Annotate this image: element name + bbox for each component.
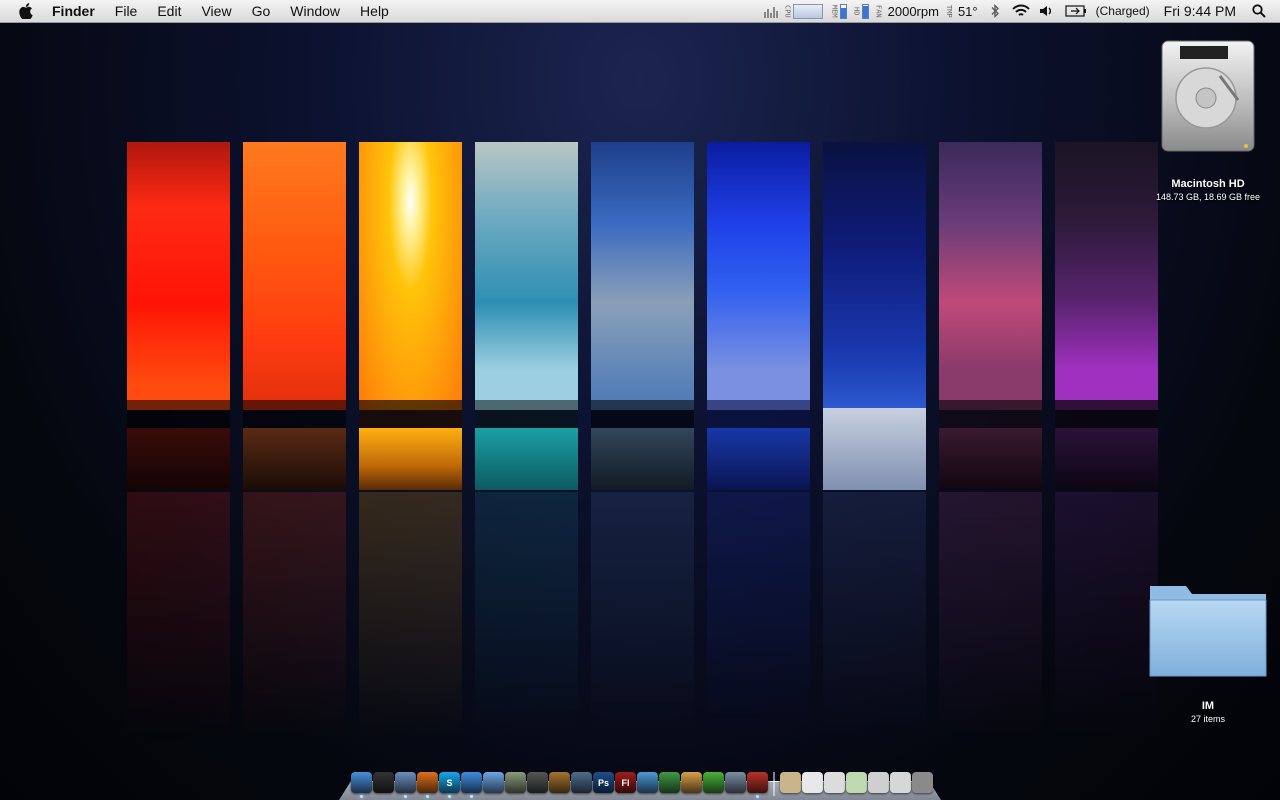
reflection-yellow: [359, 492, 462, 742]
cpu-meter[interactable]: [792, 3, 823, 19]
cpu-history-icon[interactable]: [763, 4, 778, 18]
mail-stack-icon[interactable]: [890, 772, 911, 793]
wallpaper-strip-sky-blue: [591, 142, 694, 490]
folder-icon: [1149, 586, 1267, 677]
temp-tag: TMP: [944, 4, 953, 18]
wallpaper-strip-magenta: [939, 142, 1042, 490]
iphoto-icon[interactable]: [505, 772, 526, 793]
wallpaper-strip-yellow: [359, 142, 462, 490]
temperature[interactable]: 51°: [954, 4, 982, 19]
menu-help[interactable]: Help: [350, 0, 399, 22]
memory-gauge[interactable]: [839, 3, 847, 19]
wifi-icon[interactable]: [1011, 2, 1030, 20]
photoshop-icon[interactable]: Ps: [593, 772, 614, 793]
reflection-magenta: [939, 492, 1042, 742]
menu-go[interactable]: Go: [242, 0, 281, 22]
trash-icon[interactable]: [912, 772, 933, 793]
im-folder-label: IM: [1201, 700, 1215, 712]
desktop[interactable]: Finder File Edit View Go Window Help CPU…: [0, 0, 1280, 800]
iwork-icon[interactable]: [637, 772, 658, 793]
reflection-sky-blue: [591, 492, 694, 742]
pdf-doc-icon[interactable]: [802, 772, 823, 793]
flash-icon[interactable]: Fl: [615, 772, 636, 793]
filezilla-icon[interactable]: [747, 772, 768, 798]
macintosh-hd-icon[interactable]: Macintosh HD 148.73 GB, 18.69 GB free: [1140, 38, 1276, 203]
downloads-stack-icon[interactable]: [846, 772, 867, 793]
document-stack-icon[interactable]: [868, 772, 889, 793]
battery-status[interactable]: (Charged): [1092, 4, 1154, 18]
cactus-icon[interactable]: [659, 772, 680, 793]
reflection-teal: [475, 492, 578, 742]
wallpaper-strip-navy: [823, 142, 926, 490]
reflection-blue: [707, 492, 810, 742]
disk-gauge[interactable]: [861, 3, 869, 19]
menu-clock[interactable]: Fri 9:44 PM: [1154, 3, 1246, 19]
finder-icon[interactable]: [351, 772, 372, 798]
macintosh-hd-info: 148.73 GB, 18.69 GB free: [1155, 192, 1261, 202]
menu-extras: CPU MEM HD FAN 2000rpm TMP 51° (Charged)…: [763, 0, 1280, 22]
menu-window[interactable]: Window: [280, 0, 350, 22]
skype-icon[interactable]: S: [439, 772, 460, 798]
fan-tag: FAN: [874, 4, 883, 18]
reflection-red: [127, 492, 230, 742]
im-folder-info: 27 items: [1190, 714, 1225, 724]
wallpaper-strip-blue: [707, 142, 810, 490]
spotlight-search-icon[interactable]: [1250, 2, 1268, 20]
dock: S Ps Fl: [339, 772, 941, 800]
hd-tag: HD: [852, 6, 861, 16]
xcode-icon[interactable]: [725, 772, 746, 793]
cyberduck-icon[interactable]: [681, 772, 702, 793]
wallpaper-strip-teal: [475, 142, 578, 490]
garageband-icon[interactable]: [549, 772, 570, 793]
battery-icon[interactable]: [1064, 2, 1088, 20]
leaf-icon[interactable]: [703, 772, 724, 793]
hard-drive-icon: [1161, 40, 1255, 152]
mail-icon[interactable]: [395, 772, 416, 798]
reflection-orange: [243, 492, 346, 742]
menu-bar: Finder File Edit View Go Window Help CPU…: [0, 0, 1280, 23]
fan-speed[interactable]: 2000rpm: [884, 4, 943, 19]
firefox-icon[interactable]: [417, 772, 438, 798]
itunes-icon[interactable]: [483, 772, 504, 793]
applications-stack-icon[interactable]: [780, 772, 801, 793]
menu-file[interactable]: File: [105, 0, 148, 22]
text-doc-icon[interactable]: [824, 772, 845, 793]
reflection-navy: [823, 492, 926, 742]
menu-app-finder[interactable]: Finder: [44, 0, 105, 22]
ichat-icon[interactable]: [461, 772, 482, 798]
dock-icons: S Ps Fl: [351, 772, 933, 798]
spaces-icon[interactable]: [571, 772, 592, 793]
macintosh-hd-label: Macintosh HD: [1171, 178, 1245, 190]
dashboard-icon[interactable]: [373, 772, 394, 793]
dock-separator: [773, 772, 775, 796]
wallpaper-strip-orange: [243, 142, 346, 490]
imovie-icon[interactable]: [527, 772, 548, 793]
menu-edit[interactable]: Edit: [147, 0, 191, 22]
menu-view[interactable]: View: [191, 0, 241, 22]
volume-icon[interactable]: [1038, 2, 1056, 20]
mem-tag: MEM: [830, 4, 839, 18]
cpu-tag: CPU: [783, 4, 792, 18]
im-folder-icon[interactable]: IM 27 items: [1140, 578, 1276, 725]
apple-menu-icon[interactable]: [16, 1, 36, 21]
wallpaper-strip-red: [127, 142, 230, 490]
bluetooth-icon[interactable]: [986, 2, 1004, 20]
